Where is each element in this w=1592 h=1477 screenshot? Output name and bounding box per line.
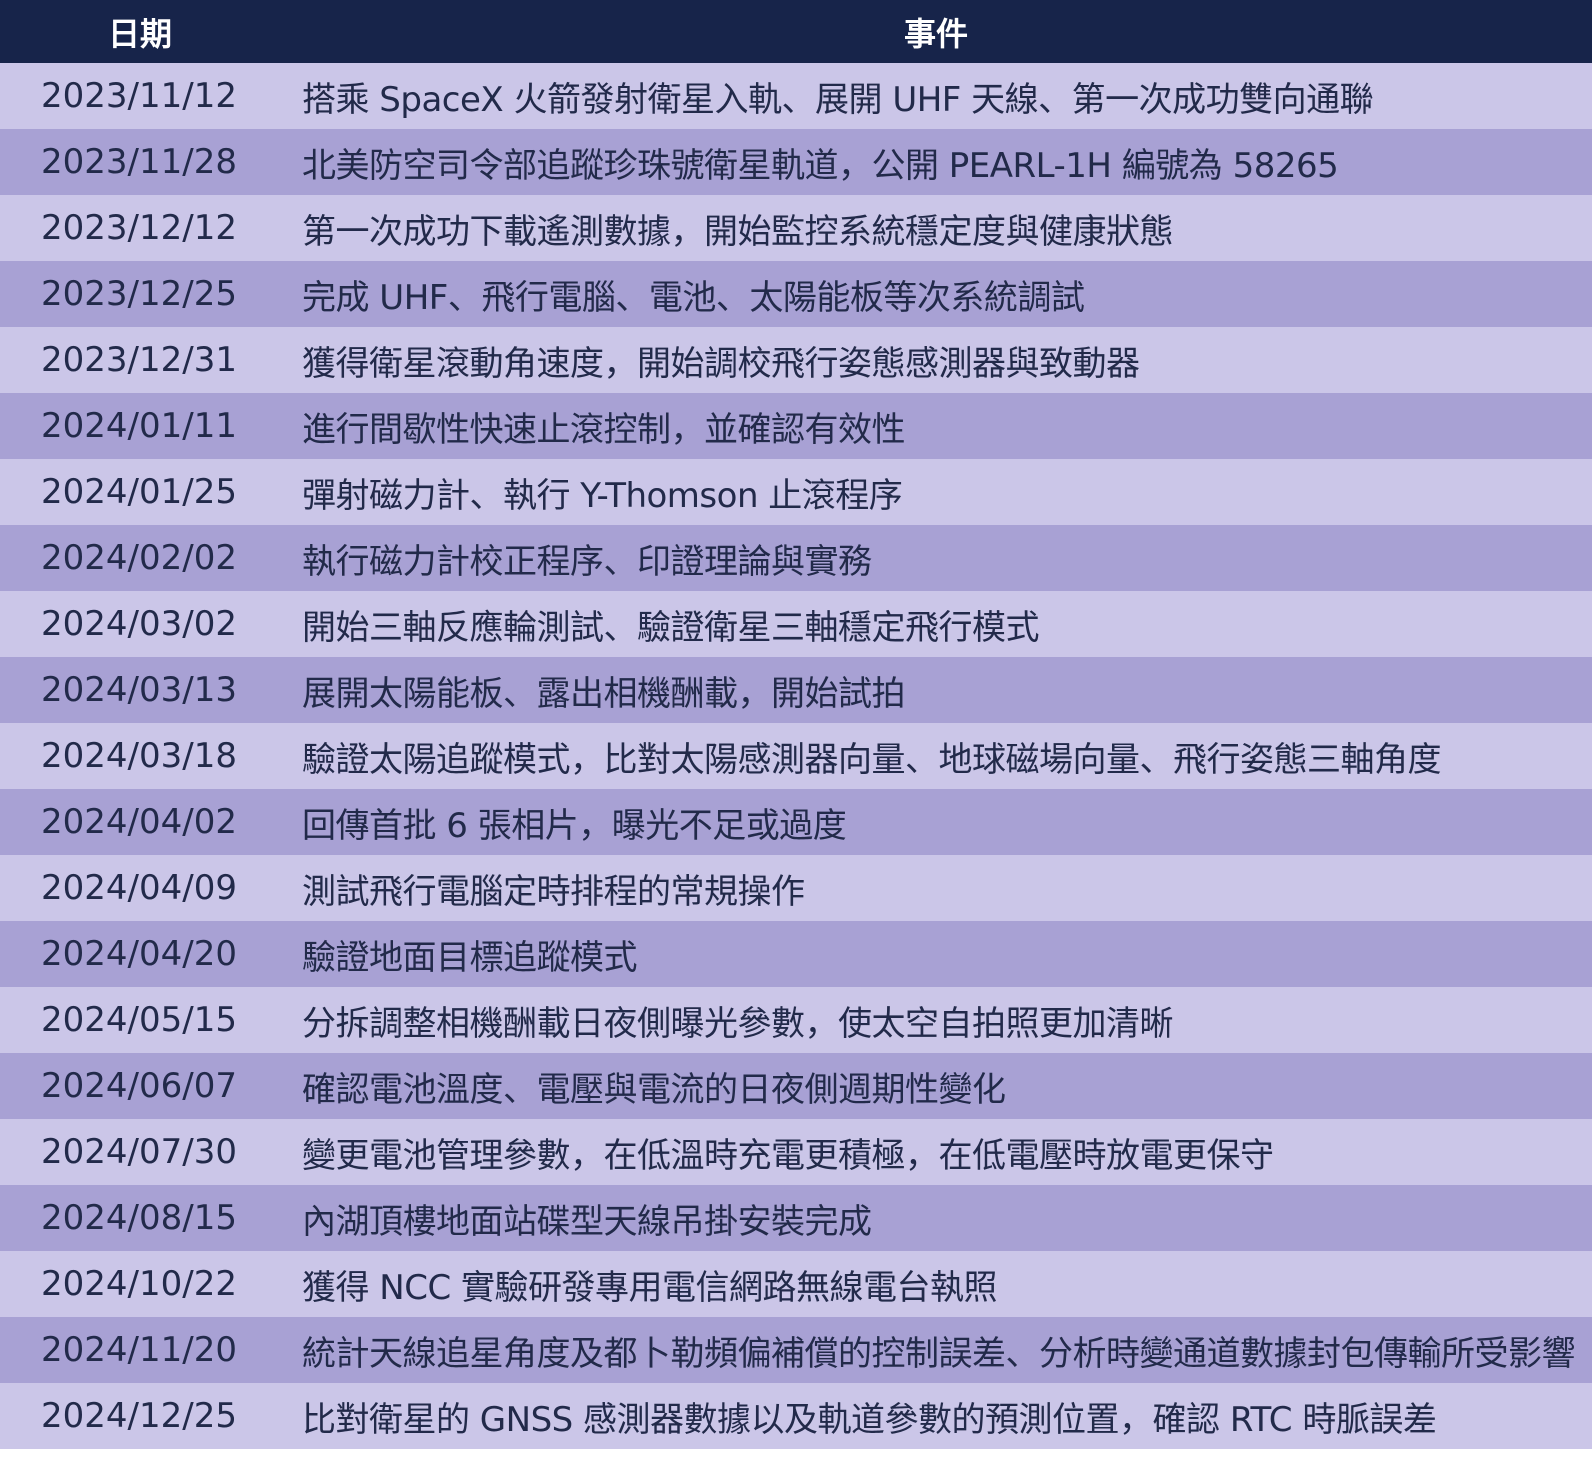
table-row: 2024/04/09 測試飛行電腦定時排程的常規操作 bbox=[0, 855, 1592, 921]
table-row: 2023/12/12 第一次成功下載遙測數據，開始監控系統穩定度與健康狀態 bbox=[0, 195, 1592, 261]
table-row: 2024/02/02 執行磁力計校正程序、印證理論與實務 bbox=[0, 525, 1592, 591]
row-date: 2024/04/09 bbox=[41, 868, 237, 908]
row-date: 2024/01/11 bbox=[41, 406, 237, 446]
table-row: 2024/06/07 確認電池溫度、電壓與電流的日夜側週期性變化 bbox=[0, 1053, 1592, 1119]
row-event: 執行磁力計校正程序、印證理論與實務 bbox=[302, 541, 872, 582]
table-row: 2024/12/25 比對衛星的 GNSS 感測器數據以及軌道參數的預測位置，確認… bbox=[0, 1383, 1592, 1449]
table-row: 2024/01/11 進行間歇性快速止滾控制，並確認有效性 bbox=[0, 393, 1592, 459]
row-date: 2024/03/02 bbox=[41, 604, 237, 644]
row-date: 2024/04/02 bbox=[41, 802, 237, 842]
table-row: 2023/11/12 搭乘 SpaceX 火箭發射衛星入軌、展開 UHF 天線、第… bbox=[0, 63, 1592, 129]
row-date: 2023/11/28 bbox=[41, 142, 237, 182]
row-date: 2024/03/18 bbox=[41, 736, 237, 776]
row-event: 分拆調整相機酬載日夜側曝光參數，使太空自拍照更加清晰 bbox=[302, 1003, 1174, 1044]
row-event: 第一次成功下載遙測數據，開始監控系統穩定度與健康狀態 bbox=[302, 211, 1174, 252]
row-event: 比對衛星的 GNSS 感測器數據以及軌道參數的預測位置，確認 RTC 時脈誤差 bbox=[302, 1399, 1437, 1440]
header-date: 日期 bbox=[0, 0, 280, 63]
row-date: 2024/07/30 bbox=[41, 1132, 237, 1172]
row-date: 2024/11/20 bbox=[41, 1330, 237, 1370]
row-date: 2024/03/13 bbox=[41, 670, 237, 710]
row-event: 搭乘 SpaceX 火箭發射衛星入軌、展開 UHF 天線、第一次成功雙向通聯 bbox=[302, 79, 1374, 120]
row-date: 2023/12/12 bbox=[41, 208, 237, 248]
row-date: 2024/12/25 bbox=[41, 1396, 237, 1436]
row-date: 2024/05/15 bbox=[41, 1000, 237, 1040]
row-event: 北美防空司令部追蹤珍珠號衛星軌道，公開 PEARL-1H 編號為 58265 bbox=[302, 145, 1339, 186]
table-body: 2023/11/12 搭乘 SpaceX 火箭發射衛星入軌、展開 UHF 天線、第… bbox=[0, 63, 1592, 1449]
table-row: 2024/04/20 驗證地面目標追蹤模式 bbox=[0, 921, 1592, 987]
row-event: 彈射磁力計、執行 Y-Thomson 止滾程序 bbox=[302, 475, 903, 516]
row-event: 驗證太陽追蹤模式，比對太陽感測器向量、地球磁場向量、飛行姿態三軸角度 bbox=[302, 739, 1442, 780]
row-date: 2024/02/02 bbox=[41, 538, 237, 578]
row-date: 2023/11/12 bbox=[41, 76, 237, 116]
row-event: 完成 UHF、飛行電腦、電池、太陽能板等次系統調試 bbox=[302, 277, 1085, 318]
row-event: 統計天線追星角度及都卜勒頻偏補償的控制誤差、分析時變通道數據封包傳輸所受影響 bbox=[302, 1333, 1576, 1374]
timeline-table: 日期 事件 2023/11/12 搭乘 SpaceX 火箭發射衛星入軌、展開 UH… bbox=[0, 0, 1592, 1449]
row-event: 驗證地面目標追蹤模式 bbox=[302, 937, 638, 978]
row-event: 測試飛行電腦定時排程的常規操作 bbox=[302, 871, 805, 912]
table-row: 2023/11/28 北美防空司令部追蹤珍珠號衛星軌道，公開 PEARL-1H 編… bbox=[0, 129, 1592, 195]
row-event: 進行間歇性快速止滾控制，並確認有效性 bbox=[302, 409, 906, 450]
table-row: 2023/12/31 獲得衛星滾動角速度，開始調校飛行姿態感測器與致動器 bbox=[0, 327, 1592, 393]
row-date: 2024/06/07 bbox=[41, 1066, 237, 1106]
row-event: 回傳首批 6 張相片，曝光不足或過度 bbox=[302, 805, 847, 846]
table-row: 2024/03/13 展開太陽能板、露出相機酬載，開始試拍 bbox=[0, 657, 1592, 723]
table-row: 2023/12/25 完成 UHF、飛行電腦、電池、太陽能板等次系統調試 bbox=[0, 261, 1592, 327]
table-row: 2024/03/02 開始三軸反應輪測試、驗證衛星三軸穩定飛行模式 bbox=[0, 591, 1592, 657]
table-row: 2024/08/15 內湖頂樓地面站碟型天線吊掛安裝完成 bbox=[0, 1185, 1592, 1251]
row-date: 2023/12/31 bbox=[41, 340, 237, 380]
table-row: 2024/10/22 獲得 NCC 實驗研發專用電信網路無線電台執照 bbox=[0, 1251, 1592, 1317]
row-event: 內湖頂樓地面站碟型天線吊掛安裝完成 bbox=[302, 1201, 872, 1242]
row-date: 2024/10/22 bbox=[41, 1264, 237, 1304]
table-row: 2024/11/20 統計天線追星角度及都卜勒頻偏補償的控制誤差、分析時變通道數據… bbox=[0, 1317, 1592, 1383]
row-date: 2024/08/15 bbox=[41, 1198, 237, 1238]
row-event: 獲得 NCC 實驗研發專用電信網路無線電台執照 bbox=[302, 1267, 998, 1308]
header-row: 日期 事件 bbox=[0, 0, 1592, 63]
row-event: 開始三軸反應輪測試、驗證衛星三軸穩定飛行模式 bbox=[302, 607, 1040, 648]
table-row: 2024/03/18 驗證太陽追蹤模式，比對太陽感測器向量、地球磁場向量、飛行姿態… bbox=[0, 723, 1592, 789]
table-row: 2024/05/15 分拆調整相機酬載日夜側曝光參數，使太空自拍照更加清晰 bbox=[0, 987, 1592, 1053]
table-row: 2024/07/30 變更電池管理參數，在低溫時充電更積極，在低電壓時放電更保守 bbox=[0, 1119, 1592, 1185]
row-date: 2024/04/20 bbox=[41, 934, 237, 974]
row-event: 獲得衛星滾動角速度，開始調校飛行姿態感測器與致動器 bbox=[302, 343, 1140, 384]
row-date: 2024/01/25 bbox=[41, 472, 237, 512]
table-row: 2024/04/02 回傳首批 6 張相片，曝光不足或過度 bbox=[0, 789, 1592, 855]
row-event: 確認電池溫度、電壓與電流的日夜側週期性變化 bbox=[302, 1069, 1006, 1110]
row-event: 展開太陽能板、露出相機酬載，開始試拍 bbox=[302, 673, 906, 714]
table-row: 2024/01/25 彈射磁力計、執行 Y-Thomson 止滾程序 bbox=[0, 459, 1592, 525]
header-event: 事件 bbox=[280, 0, 1592, 63]
row-date: 2023/12/25 bbox=[41, 274, 237, 314]
table-header: 日期 事件 bbox=[0, 0, 1592, 63]
row-event: 變更電池管理參數，在低溫時充電更積極，在低電壓時放電更保守 bbox=[302, 1135, 1274, 1176]
